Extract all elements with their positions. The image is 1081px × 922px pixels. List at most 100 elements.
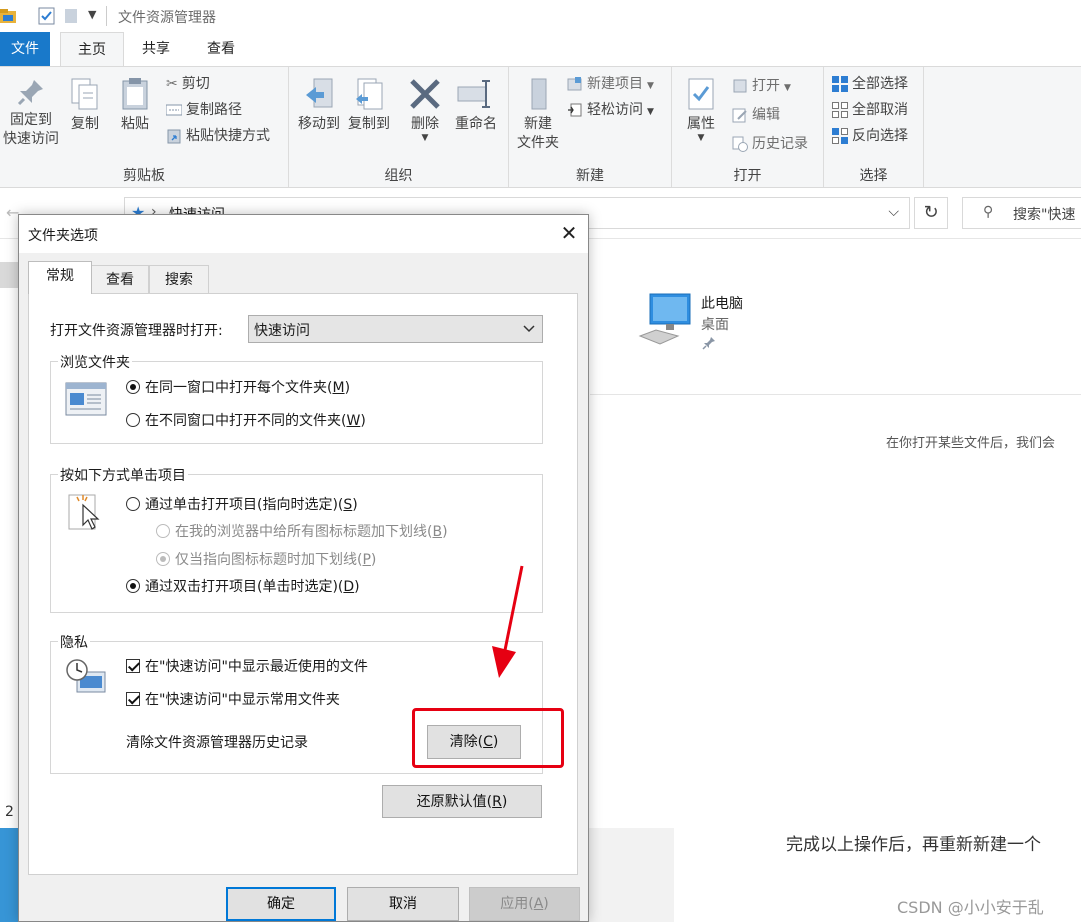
tab-file[interactable]: 文件 <box>0 32 50 66</box>
copy-path-button[interactable]: 复制路径 <box>166 99 242 121</box>
history-button[interactable]: 历史记录 <box>732 133 808 155</box>
select-group: 全部选择 全部取消 反向选择 选择 <box>824 67 924 187</box>
show-frequent-folders-checkbox[interactable]: 在"快速访问"中显示常用文件夹 <box>126 690 340 710</box>
delete-chevron-icon[interactable]: ▼ <box>403 134 447 143</box>
open-button[interactable]: 打开 ▼ <box>732 75 791 97</box>
new-folder-qat-icon[interactable] <box>64 6 78 26</box>
copy-path-label: 复制路径 <box>186 102 242 118</box>
select-none-button[interactable]: 全部取消 <box>832 99 908 121</box>
open-chevron-icon: ▼ <box>784 83 791 93</box>
new-window-key: W <box>346 413 361 429</box>
show-recent-files-checkbox[interactable]: 在"快速访问"中显示最近使用的文件 <box>126 657 368 677</box>
restore-defaults-key: R <box>492 794 502 810</box>
tab-view-options[interactable]: 查看 <box>91 265 149 293</box>
edit-icon <box>732 108 747 123</box>
radio-indicator <box>126 413 140 427</box>
browse-folders-group: 浏览文件夹 在同一窗口中打开每个文件夹(M) 在不同窗口中打开不同的文件夹(W) <box>50 352 543 444</box>
folder-icon[interactable] <box>0 6 18 26</box>
tab-home[interactable]: 主页 <box>60 32 124 67</box>
clipboard-group-label: 剪贴板 <box>123 168 165 184</box>
new-folder-button[interactable]: 新建 文件夹 <box>511 77 565 153</box>
same-window-key: M <box>332 380 345 396</box>
new-folder-icon <box>531 78 547 110</box>
organize-group-label: 组织 <box>384 168 413 184</box>
delete-button[interactable]: 删除 ▼ <box>403 77 447 143</box>
open-in-new-window-radio[interactable]: 在不同窗口中打开不同的文件夹(W) <box>126 411 366 431</box>
invert-selection-button[interactable]: 反向选择 <box>832 125 908 147</box>
rename-icon <box>457 80 490 108</box>
cut-button[interactable]: ✂ 剪切 <box>166 73 210 95</box>
copy-button[interactable]: 复制 <box>62 77 108 134</box>
invert-selection-label: 反向选择 <box>852 128 908 144</box>
open-group-label: 打开 <box>733 168 762 184</box>
this-pc-name[interactable]: 此电脑 <box>701 293 743 313</box>
address-dropdown-chevron-icon[interactable]: ⌵ <box>888 204 899 220</box>
copy-icon <box>71 78 98 110</box>
open-group: 属性 ▼ 打开 ▼ 编辑 历史记录 打开 <box>672 67 824 187</box>
chevron-down-icon <box>523 325 535 333</box>
single-click-radio[interactable]: 通过单击打开项目(指向时选定)(S) <box>126 495 358 515</box>
refresh-button[interactable]: ↻ <box>914 197 948 229</box>
new-item-button[interactable]: 新建项目 ▼ <box>567 73 654 95</box>
properties-qat-icon[interactable] <box>38 6 56 26</box>
easy-access-icon <box>568 103 582 117</box>
qat-dropdown-icon[interactable]: ▼ <box>88 8 96 28</box>
move-to-icon <box>306 78 333 108</box>
dialog-title: 文件夹选项 <box>28 228 98 244</box>
search-box[interactable]: ⚲ 搜索"快速 <box>962 197 1081 229</box>
tab-general[interactable]: 常规 <box>28 261 92 294</box>
radio-indicator <box>126 497 140 511</box>
copy-to-button[interactable]: 复制到 <box>343 77 395 134</box>
easy-access-button[interactable]: 轻松访问 ▼ <box>567 99 654 121</box>
underline-all-radio[interactable]: 在我的浏览器中给所有图标标题加下划线(B) <box>156 522 448 542</box>
invert-selection-icon <box>832 128 848 144</box>
apply-button[interactable]: 应用(A) <box>469 887 580 921</box>
tab-share[interactable]: 共享 <box>126 32 186 66</box>
delete-x-icon <box>410 79 440 109</box>
restore-defaults-label: 还原默认值( <box>416 794 493 810</box>
tab-view[interactable]: 查看 <box>190 32 252 66</box>
underline-hover-label: 仅当指向图标标题时加下划线( <box>175 552 363 568</box>
scissors-icon: ✂ <box>166 76 178 92</box>
properties-button[interactable]: 属性 ▼ <box>676 77 726 143</box>
edit-button[interactable]: 编辑 <box>732 104 780 126</box>
copy-to-icon <box>356 78 383 110</box>
underline-hover-key: P <box>362 552 371 568</box>
rename-button[interactable]: 重命名 <box>449 77 503 134</box>
cancel-button[interactable]: 取消 <box>347 887 459 921</box>
pin-label-line1: 固定到 <box>10 112 52 128</box>
pin-to-quick-access-button[interactable]: 固定到 快速访问 <box>0 77 62 149</box>
open-icon <box>733 79 747 93</box>
open-explorer-label: 打开文件资源管理器时打开: <box>50 323 223 339</box>
double-click-label: 通过双击打开项目(单击时选定)( <box>145 579 344 595</box>
new-item-icon <box>567 77 582 91</box>
delete-label: 删除 <box>411 116 439 132</box>
window-title: 文件资源管理器 <box>118 10 216 26</box>
article-text: 完成以上操作后，再重新新建一个 <box>786 835 1041 855</box>
radio-indicator <box>126 380 140 394</box>
background-number: 2 <box>5 804 14 820</box>
move-to-button[interactable]: 移动到 <box>293 77 345 134</box>
open-in-same-window-radio[interactable]: 在同一窗口中打开每个文件夹(M) <box>126 378 350 398</box>
double-click-radio[interactable]: 通过双击打开项目(单击时选定)(D) <box>126 577 360 597</box>
properties-chevron-icon[interactable]: ▼ <box>676 134 726 143</box>
this-pc-icon[interactable] <box>638 292 694 346</box>
ribbon: 固定到 快速访问 复制 粘贴 ✂ 剪切 复制路径 粘贴快捷方式 剪贴板 移动到 复… <box>0 66 1081 188</box>
new-folder-line1: 新建 <box>524 116 552 132</box>
open-explorer-select[interactable]: 快速访问 <box>248 315 543 343</box>
close-icon[interactable]: ✕ <box>557 221 581 245</box>
new-window-label: 在不同窗口中打开不同的文件夹( <box>145 413 347 429</box>
underline-hover-radio[interactable]: 仅当指向图标标题时加下划线(P) <box>156 550 376 570</box>
rename-label: 重命名 <box>455 116 497 132</box>
paste-button[interactable]: 粘贴 <box>112 77 158 134</box>
clipboard-icon <box>122 78 148 110</box>
ribbon-tab-bar: 文件 主页 共享 查看 <box>0 32 1081 67</box>
ok-button[interactable]: 确定 <box>226 887 336 921</box>
select-none-label: 全部取消 <box>852 102 908 118</box>
paste-shortcut-button[interactable]: 粘贴快捷方式 <box>166 125 270 147</box>
restore-defaults-button[interactable]: 还原默认值(R) <box>382 785 542 818</box>
select-all-button[interactable]: 全部选择 <box>832 73 908 95</box>
select-all-label: 全部选择 <box>852 76 908 92</box>
tab-search-options[interactable]: 搜索 <box>149 265 209 293</box>
new-item-label: 新建项目 <box>587 76 643 92</box>
